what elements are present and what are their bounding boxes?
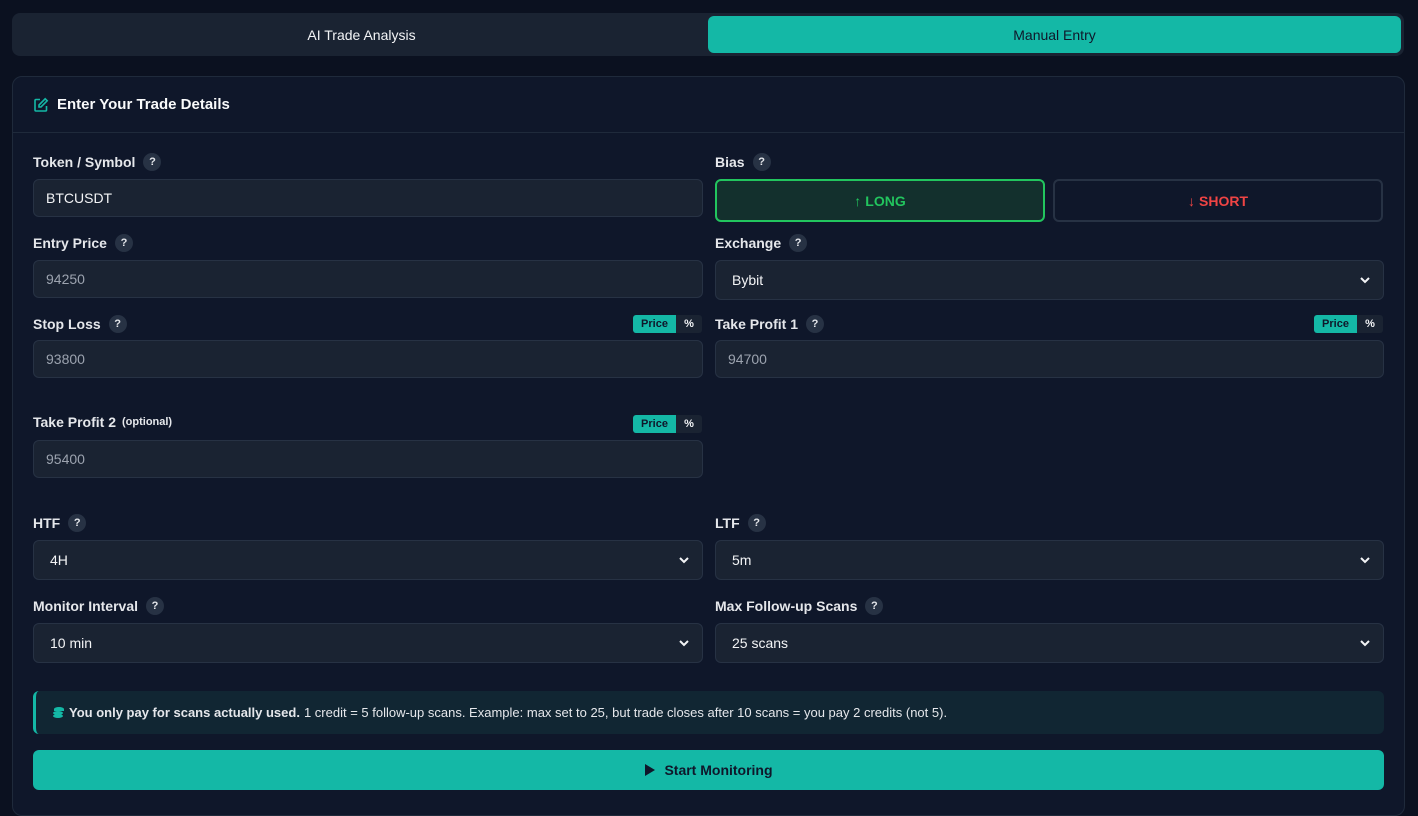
card-header: Enter Your Trade Details	[13, 77, 1404, 133]
bias-long-button[interactable]: ↑ LONG	[715, 179, 1045, 222]
take-profit-1-input[interactable]: 94700	[715, 340, 1384, 378]
coins-icon	[53, 707, 64, 718]
take-profit-1-help-icon[interactable]: ?	[806, 315, 824, 333]
max-scans-help-icon[interactable]: ?	[865, 597, 884, 615]
stop-loss-percent-toggle[interactable]: %	[676, 315, 702, 333]
take-profit-1-price-toggle[interactable]: Price	[1314, 315, 1357, 333]
info-bold-text: You only pay for scans actually used.	[69, 705, 300, 720]
arrow-down-icon: ↓	[1188, 192, 1195, 209]
token-input[interactable]: BTCUSDT	[33, 179, 703, 217]
card-title: Enter Your Trade Details	[57, 96, 230, 113]
stop-loss-label: Stop Loss ?	[33, 315, 127, 333]
take-profit-1-unit-toggle: Price %	[1314, 315, 1383, 333]
play-icon	[645, 764, 656, 776]
take-profit-2-unit-toggle: Price %	[633, 415, 702, 433]
info-text: 1 credit = 5 follow-up scans. Example: m…	[303, 705, 948, 720]
bias-label: Bias ?	[715, 153, 771, 171]
credit-info-box: You only pay for scans actually used. 1 …	[33, 691, 1384, 734]
htf-help-icon[interactable]: ?	[68, 514, 87, 532]
entry-price-input[interactable]: 94250	[33, 260, 703, 298]
htf-label: HTF ?	[33, 514, 87, 532]
take-profit-2-label: Take Profit 2 (optional)	[33, 414, 173, 430]
bias-help-icon[interactable]: ?	[752, 153, 771, 171]
optional-tag: (optional)	[122, 416, 173, 428]
ltf-help-icon[interactable]: ?	[747, 514, 766, 532]
arrow-up-icon: ↑	[854, 192, 862, 209]
stop-loss-price-toggle[interactable]: Price	[633, 315, 676, 333]
token-label: Token / Symbol ?	[33, 153, 162, 171]
stop-loss-input[interactable]: 93800	[33, 340, 703, 378]
exchange-label: Exchange ?	[715, 234, 808, 252]
exchange-select[interactable]: Bybit	[715, 260, 1384, 300]
stop-loss-help-icon[interactable]: ?	[108, 315, 127, 333]
edit-icon	[34, 97, 49, 112]
chevron-down-icon	[1360, 640, 1370, 647]
take-profit-1-label: Take Profit 1 ?	[715, 315, 824, 333]
max-scans-label: Max Follow-up Scans ?	[715, 597, 884, 615]
chevron-down-icon	[1360, 557, 1370, 564]
htf-select[interactable]: 4H	[33, 540, 703, 580]
entry-help-icon[interactable]: ?	[114, 234, 133, 252]
chevron-down-icon	[1360, 277, 1370, 284]
chevron-down-icon	[679, 557, 689, 564]
tab-manual-entry[interactable]: Manual Entry	[708, 16, 1401, 53]
take-profit-2-input[interactable]: 95400	[33, 440, 703, 478]
ltf-select[interactable]: 5m	[715, 540, 1384, 580]
tab-ai-trade-analysis[interactable]: AI Trade Analysis	[15, 16, 708, 53]
monitor-interval-select[interactable]: 10 min	[33, 623, 703, 663]
take-profit-1-percent-toggle[interactable]: %	[1357, 315, 1383, 333]
monitor-interval-label: Monitor Interval ?	[33, 597, 165, 615]
mode-tabs: AI Trade Analysis Manual Entry	[12, 13, 1404, 56]
start-monitoring-button[interactable]: Start Monitoring	[33, 750, 1384, 790]
stop-loss-unit-toggle: Price %	[633, 315, 702, 333]
exchange-help-icon[interactable]: ?	[789, 234, 808, 252]
bias-short-button[interactable]: ↓ SHORT	[1053, 179, 1383, 222]
entry-price-label: Entry Price ?	[33, 234, 133, 252]
token-help-icon[interactable]: ?	[143, 153, 162, 171]
monitor-interval-help-icon[interactable]: ?	[146, 597, 165, 615]
max-scans-select[interactable]: 25 scans	[715, 623, 1384, 663]
ltf-label: LTF ?	[715, 514, 766, 532]
take-profit-2-percent-toggle[interactable]: %	[676, 415, 702, 433]
take-profit-2-price-toggle[interactable]: Price	[633, 415, 676, 433]
chevron-down-icon	[679, 640, 689, 647]
